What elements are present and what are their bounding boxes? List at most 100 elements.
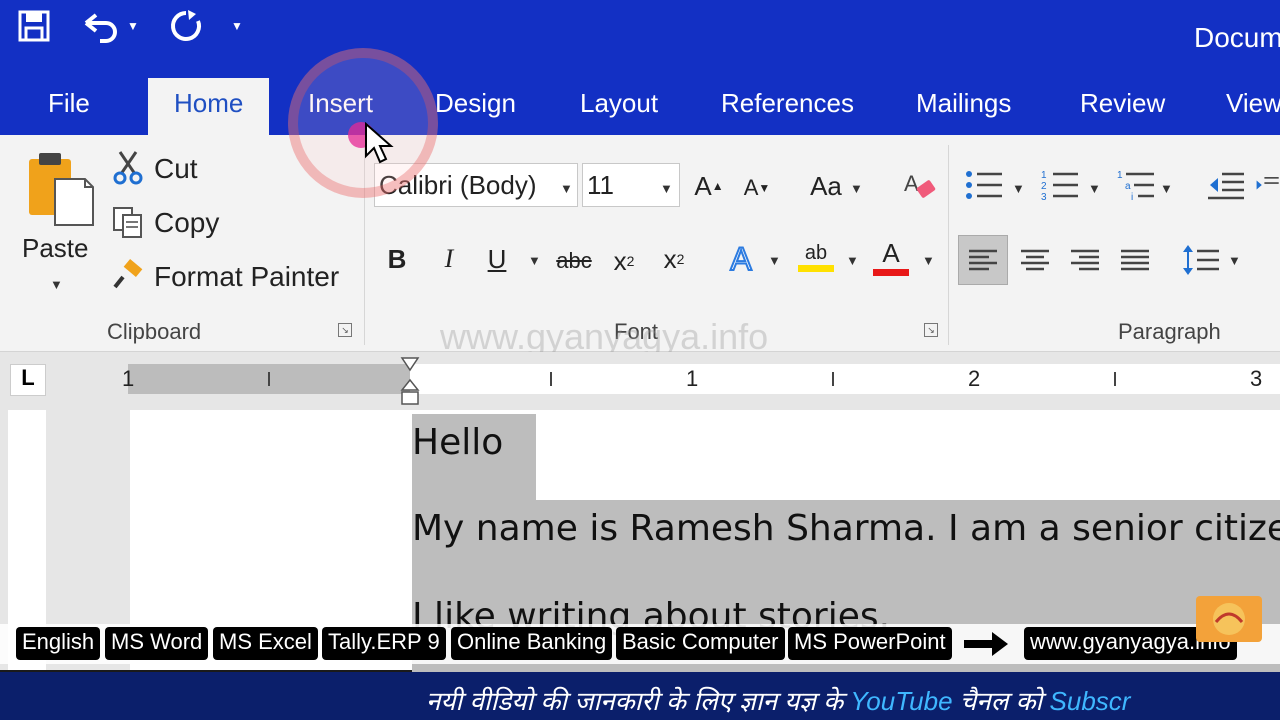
bullets-dropdown-icon[interactable]: ▼ <box>1012 181 1025 196</box>
ticker-youtube: YouTube <box>850 686 953 716</box>
bold-icon: B <box>387 243 407 274</box>
svg-text:A: A <box>904 171 919 196</box>
align-center-icon[interactable] <box>1012 235 1058 285</box>
svg-text:a: a <box>1125 181 1131 192</box>
font-name-dropdown-icon[interactable]: ▼ <box>560 181 573 196</box>
customize-qat-icon[interactable]: ▼ <box>228 6 246 46</box>
cut-icon[interactable] <box>110 149 146 187</box>
superscript-button[interactable]: x2 <box>656 239 692 279</box>
ruler-number: 1 <box>122 366 135 391</box>
underline-icon: U <box>487 243 507 274</box>
channel-logo-icon <box>1196 596 1262 642</box>
subscript-button[interactable]: x2 <box>606 241 642 281</box>
bold-button[interactable]: B <box>382 239 412 279</box>
line-spacing-dropdown-icon[interactable]: ▼ <box>1228 253 1241 268</box>
document-line[interactable]: My name is Ramesh Sharma. I am a senior … <box>412 508 1280 549</box>
grow-font-icon: A <box>694 170 712 201</box>
tab-selector-icon[interactable]: L <box>10 364 46 396</box>
shrink-font-icon: A <box>743 175 759 200</box>
tag-ms-word[interactable]: MS Word <box>105 627 209 660</box>
font-color-button[interactable]: A <box>872 235 910 279</box>
shrink-font-button[interactable]: A ▼ <box>742 171 772 205</box>
font-color-icon: A <box>882 238 900 268</box>
undo-icon[interactable] <box>78 6 122 46</box>
underline-button[interactable]: U <box>482 239 512 279</box>
redo-icon[interactable] <box>166 6 206 46</box>
font-color-dropdown-icon[interactable]: ▼ <box>922 253 935 268</box>
change-case-label: Aa <box>810 170 842 201</box>
ribbon-tabs: File Home Insert Design Layout Reference… <box>0 78 1280 135</box>
tag-english[interactable]: English <box>16 627 101 660</box>
indent-marker-icon[interactable] <box>400 356 420 408</box>
tab-review[interactable]: Review <box>1080 88 1165 119</box>
multilevel-list-dropdown-icon[interactable]: ▼ <box>1160 181 1173 196</box>
paste-icon[interactable] <box>22 149 98 229</box>
italic-button[interactable]: I <box>434 239 464 279</box>
paste-dropdown-icon[interactable]: ▼ <box>50 277 63 292</box>
numbering-icon[interactable]: 123 <box>1038 165 1082 205</box>
text-effects-dropdown-icon[interactable]: ▼ <box>768 253 781 268</box>
tab-home[interactable]: Home <box>148 78 270 135</box>
tab-view[interactable]: View <box>1226 88 1280 119</box>
font-size-dropdown-icon[interactable]: ▼ <box>660 181 673 196</box>
svg-text:1: 1 <box>1041 170 1047 181</box>
highlight-icon: ab <box>804 242 828 264</box>
font-launcher-icon[interactable]: ↘ <box>924 323 938 337</box>
text-effects-icon: A <box>729 240 752 278</box>
tag-basic-computer[interactable]: Basic Computer <box>616 627 785 660</box>
multilevel-list-icon[interactable]: 1ai <box>1114 165 1158 205</box>
change-case-button[interactable]: Aa <box>806 167 846 205</box>
copy-button[interactable]: Copy <box>154 207 219 239</box>
undo-dropdown-icon[interactable]: ▼ <box>124 6 142 46</box>
highlight-button[interactable]: ab <box>796 235 836 279</box>
tab-design[interactable]: Design <box>435 88 516 119</box>
subscript-icon: x <box>613 245 627 276</box>
change-case-dropdown-icon[interactable]: ▼ <box>850 181 863 196</box>
ticker-text: नयी वीडियो की जानकारी के लिए ज्ञान यज्ञ … <box>426 686 851 716</box>
tag-online-banking[interactable]: Online Banking <box>451 627 613 660</box>
strikethrough-icon: abc <box>556 248 592 273</box>
tab-layout[interactable]: Layout <box>580 88 658 119</box>
ticker-text-2: चैनल को <box>952 686 1050 716</box>
svg-text:3: 3 <box>1041 192 1047 202</box>
align-left-icon[interactable] <box>958 235 1008 285</box>
save-icon[interactable] <box>14 6 54 46</box>
increase-indent-icon[interactable] <box>1254 165 1280 205</box>
underline-dropdown-icon[interactable]: ▼ <box>528 253 541 268</box>
mouse-pointer-icon <box>364 121 394 169</box>
numbering-dropdown-icon[interactable]: ▼ <box>1088 181 1101 196</box>
highlight-dropdown-icon[interactable]: ▼ <box>846 253 859 268</box>
arrow-right-icon <box>964 630 1008 663</box>
ruler-number: 2 <box>968 366 981 391</box>
tag-tally[interactable]: Tally.ERP 9 <box>322 627 446 660</box>
tab-file[interactable]: File <box>48 88 90 119</box>
group-separator <box>948 145 949 345</box>
ruler-number: 1 <box>686 366 699 391</box>
bullets-icon[interactable] <box>962 165 1006 205</box>
tag-ms-excel[interactable]: MS Excel <box>213 627 318 660</box>
tag-ms-powerpoint[interactable]: MS PowerPoint <box>788 627 952 660</box>
copy-icon[interactable] <box>110 203 146 241</box>
ruler-number: 3 <box>1250 366 1263 391</box>
cut-button[interactable]: Cut <box>154 153 198 185</box>
decrease-indent-icon[interactable] <box>1204 165 1248 205</box>
format-painter-button[interactable]: Format Painter <box>154 261 339 293</box>
text-effects-button[interactable]: A <box>724 239 758 279</box>
justify-icon[interactable] <box>1112 235 1158 285</box>
subscript-mark: 2 <box>626 253 635 269</box>
paste-button[interactable]: Paste <box>22 233 89 264</box>
strikethrough-button[interactable]: abc <box>554 241 594 281</box>
subscribe-ticker: नयी वीडियो की जानकारी के लिए ज्ञान यज्ञ … <box>426 682 1130 718</box>
clipboard-launcher-icon[interactable]: ↘ <box>338 323 352 337</box>
svg-text:i: i <box>1131 192 1133 202</box>
tab-mailings[interactable]: Mailings <box>916 88 1011 119</box>
grow-font-button[interactable]: A ▲ <box>694 169 724 203</box>
align-right-icon[interactable] <box>1062 235 1108 285</box>
ruler-tick <box>832 372 834 386</box>
ruler-tick <box>550 372 552 386</box>
line-spacing-icon[interactable] <box>1178 235 1224 285</box>
clear-formatting-icon[interactable]: A <box>900 165 940 205</box>
format-painter-icon[interactable] <box>110 257 146 295</box>
document-line[interactable]: Hello <box>412 422 503 463</box>
tab-references[interactable]: References <box>721 88 854 119</box>
